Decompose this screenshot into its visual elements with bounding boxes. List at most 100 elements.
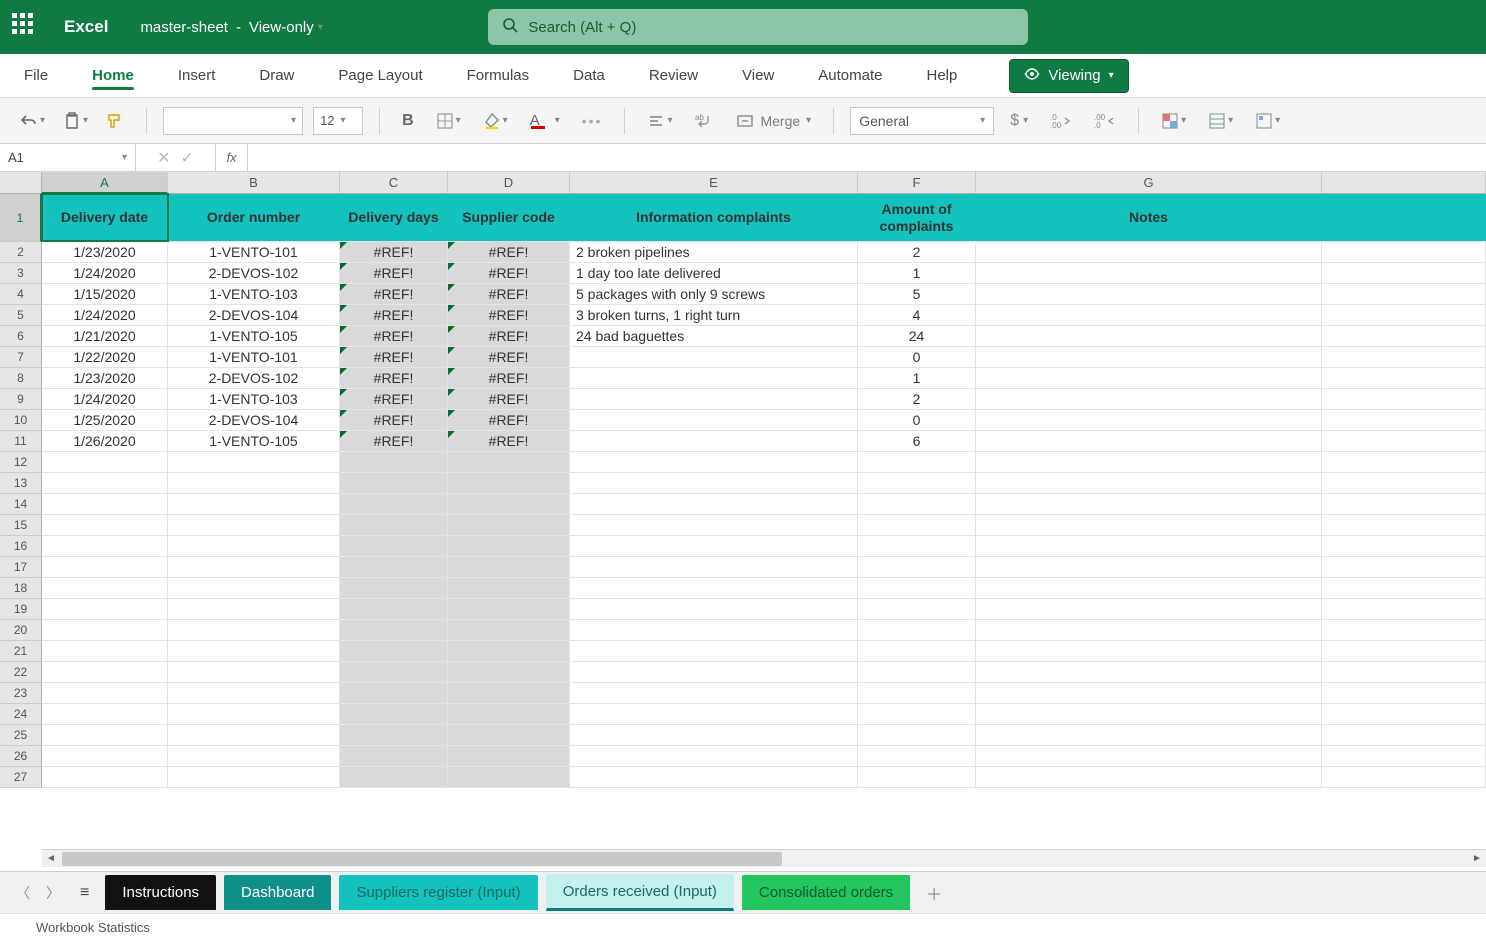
cell[interactable]: 1/24/2020	[42, 305, 168, 325]
cell[interactable]	[570, 473, 858, 493]
cell[interactable]	[448, 683, 570, 703]
cell[interactable]	[168, 494, 340, 514]
row-header-21[interactable]: 21	[0, 641, 42, 662]
cell[interactable]: 1/15/2020	[42, 284, 168, 304]
cell[interactable]	[42, 725, 168, 745]
tab-view[interactable]: View	[730, 57, 786, 94]
cell[interactable]	[858, 767, 976, 787]
cell[interactable]	[168, 620, 340, 640]
scroll-left-icon[interactable]: ◄	[42, 850, 60, 868]
cell[interactable]	[168, 683, 340, 703]
cell[interactable]	[858, 704, 976, 724]
cell[interactable]	[858, 557, 976, 577]
undo-button[interactable]: ▾	[14, 108, 51, 134]
cell[interactable]	[448, 725, 570, 745]
cell[interactable]	[1322, 452, 1486, 472]
cell[interactable]	[976, 473, 1322, 493]
cell[interactable]	[570, 578, 858, 598]
cell[interactable]	[340, 704, 448, 724]
cell[interactable]: #REF!	[340, 305, 448, 325]
cell[interactable]	[570, 494, 858, 514]
cell[interactable]	[570, 368, 858, 388]
cell[interactable]	[976, 641, 1322, 661]
cell[interactable]	[570, 746, 858, 766]
formula-input[interactable]	[248, 144, 1486, 171]
cell[interactable]	[1322, 305, 1486, 325]
cell[interactable]	[976, 725, 1322, 745]
cell[interactable]	[1322, 704, 1486, 724]
cell[interactable]	[42, 494, 168, 514]
cell[interactable]	[976, 536, 1322, 556]
row-header-15[interactable]: 15	[0, 515, 42, 536]
cell[interactable]	[570, 452, 858, 472]
cell[interactable]	[976, 494, 1322, 514]
cell[interactable]	[976, 431, 1322, 451]
cell[interactable]	[1322, 473, 1486, 493]
cell[interactable]	[42, 683, 168, 703]
cell[interactable]: 1/22/2020	[42, 347, 168, 367]
search-box[interactable]	[488, 9, 1028, 45]
col-header-f[interactable]: F	[858, 172, 976, 194]
cell[interactable]	[570, 662, 858, 682]
more-font-button[interactable]: •••	[576, 109, 609, 133]
cell[interactable]: #REF!	[448, 263, 570, 283]
row-header-27[interactable]: 27	[0, 767, 42, 788]
cell[interactable]	[1322, 431, 1486, 451]
cell[interactable]	[976, 242, 1322, 262]
cell[interactable]: #REF!	[448, 242, 570, 262]
cell[interactable]	[976, 557, 1322, 577]
cell[interactable]	[976, 347, 1322, 367]
cell[interactable]	[168, 452, 340, 472]
horizontal-scrollbar[interactable]: ◄ ►	[42, 849, 1486, 867]
cell[interactable]: 2-DEVOS-104	[168, 305, 340, 325]
tab-automate[interactable]: Automate	[806, 57, 894, 94]
cell[interactable]	[1322, 725, 1486, 745]
cell[interactable]: 4	[858, 305, 976, 325]
cells-area[interactable]: Delivery dateOrder numberDelivery daysSu…	[42, 194, 1486, 867]
cell[interactable]	[42, 620, 168, 640]
cell[interactable]	[448, 620, 570, 640]
cell[interactable]	[1322, 284, 1486, 304]
cell[interactable]: 2 broken pipelines	[570, 242, 858, 262]
cell[interactable]: 2	[858, 389, 976, 409]
cell[interactable]: 1-VENTO-101	[168, 242, 340, 262]
cell[interactable]	[976, 662, 1322, 682]
cell[interactable]	[168, 767, 340, 787]
cell[interactable]	[448, 515, 570, 535]
cell[interactable]	[1322, 410, 1486, 430]
cell[interactable]: 1 day too late delivered	[570, 263, 858, 283]
cell[interactable]: 2-DEVOS-102	[168, 368, 340, 388]
cell[interactable]	[976, 368, 1322, 388]
cell[interactable]	[168, 725, 340, 745]
scroll-right-icon[interactable]: ►	[1468, 850, 1486, 868]
cell[interactable]	[42, 767, 168, 787]
cell[interactable]: Supplier code	[448, 194, 570, 241]
cell[interactable]	[1322, 368, 1486, 388]
tab-help[interactable]: Help	[915, 57, 970, 94]
cell[interactable]: 1-VENTO-105	[168, 431, 340, 451]
cell[interactable]	[1322, 494, 1486, 514]
cell[interactable]	[570, 599, 858, 619]
cell[interactable]	[42, 515, 168, 535]
cell[interactable]	[1322, 683, 1486, 703]
cell[interactable]: #REF!	[340, 242, 448, 262]
cell[interactable]	[858, 683, 976, 703]
cell[interactable]	[340, 494, 448, 514]
cell[interactable]: 0	[858, 410, 976, 430]
cell[interactable]	[570, 557, 858, 577]
cell[interactable]	[858, 599, 976, 619]
cell[interactable]	[168, 599, 340, 619]
fill-color-button[interactable]: ▾	[477, 108, 514, 134]
cell[interactable]: 1	[858, 263, 976, 283]
cell[interactable]: #REF!	[340, 368, 448, 388]
cell[interactable]	[168, 662, 340, 682]
cell[interactable]	[1322, 242, 1486, 262]
row-header-11[interactable]: 11	[0, 431, 42, 452]
cell[interactable]	[448, 557, 570, 577]
row-header-19[interactable]: 19	[0, 599, 42, 620]
name-box[interactable]: A1▾	[0, 144, 136, 171]
cell[interactable]	[976, 767, 1322, 787]
cell[interactable]: #REF!	[448, 410, 570, 430]
select-all-corner[interactable]	[0, 172, 42, 194]
cell[interactable]	[1322, 389, 1486, 409]
